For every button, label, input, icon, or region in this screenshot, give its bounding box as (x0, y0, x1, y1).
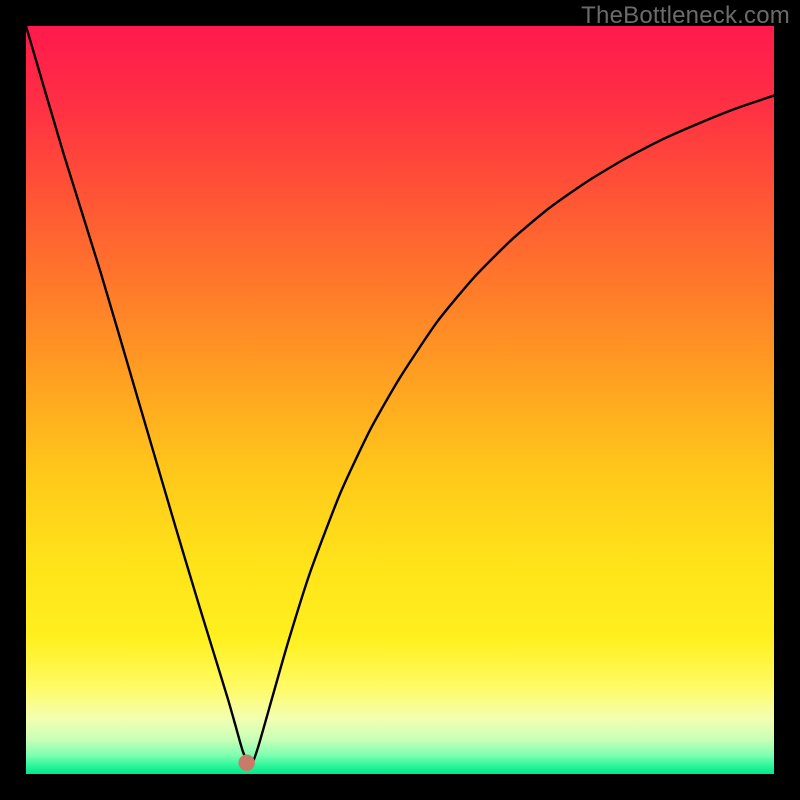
optimal-point-marker (238, 755, 254, 771)
chart-frame: TheBottleneck.com (0, 0, 800, 800)
bottleneck-chart-svg (26, 26, 774, 774)
plot-area (26, 26, 774, 774)
